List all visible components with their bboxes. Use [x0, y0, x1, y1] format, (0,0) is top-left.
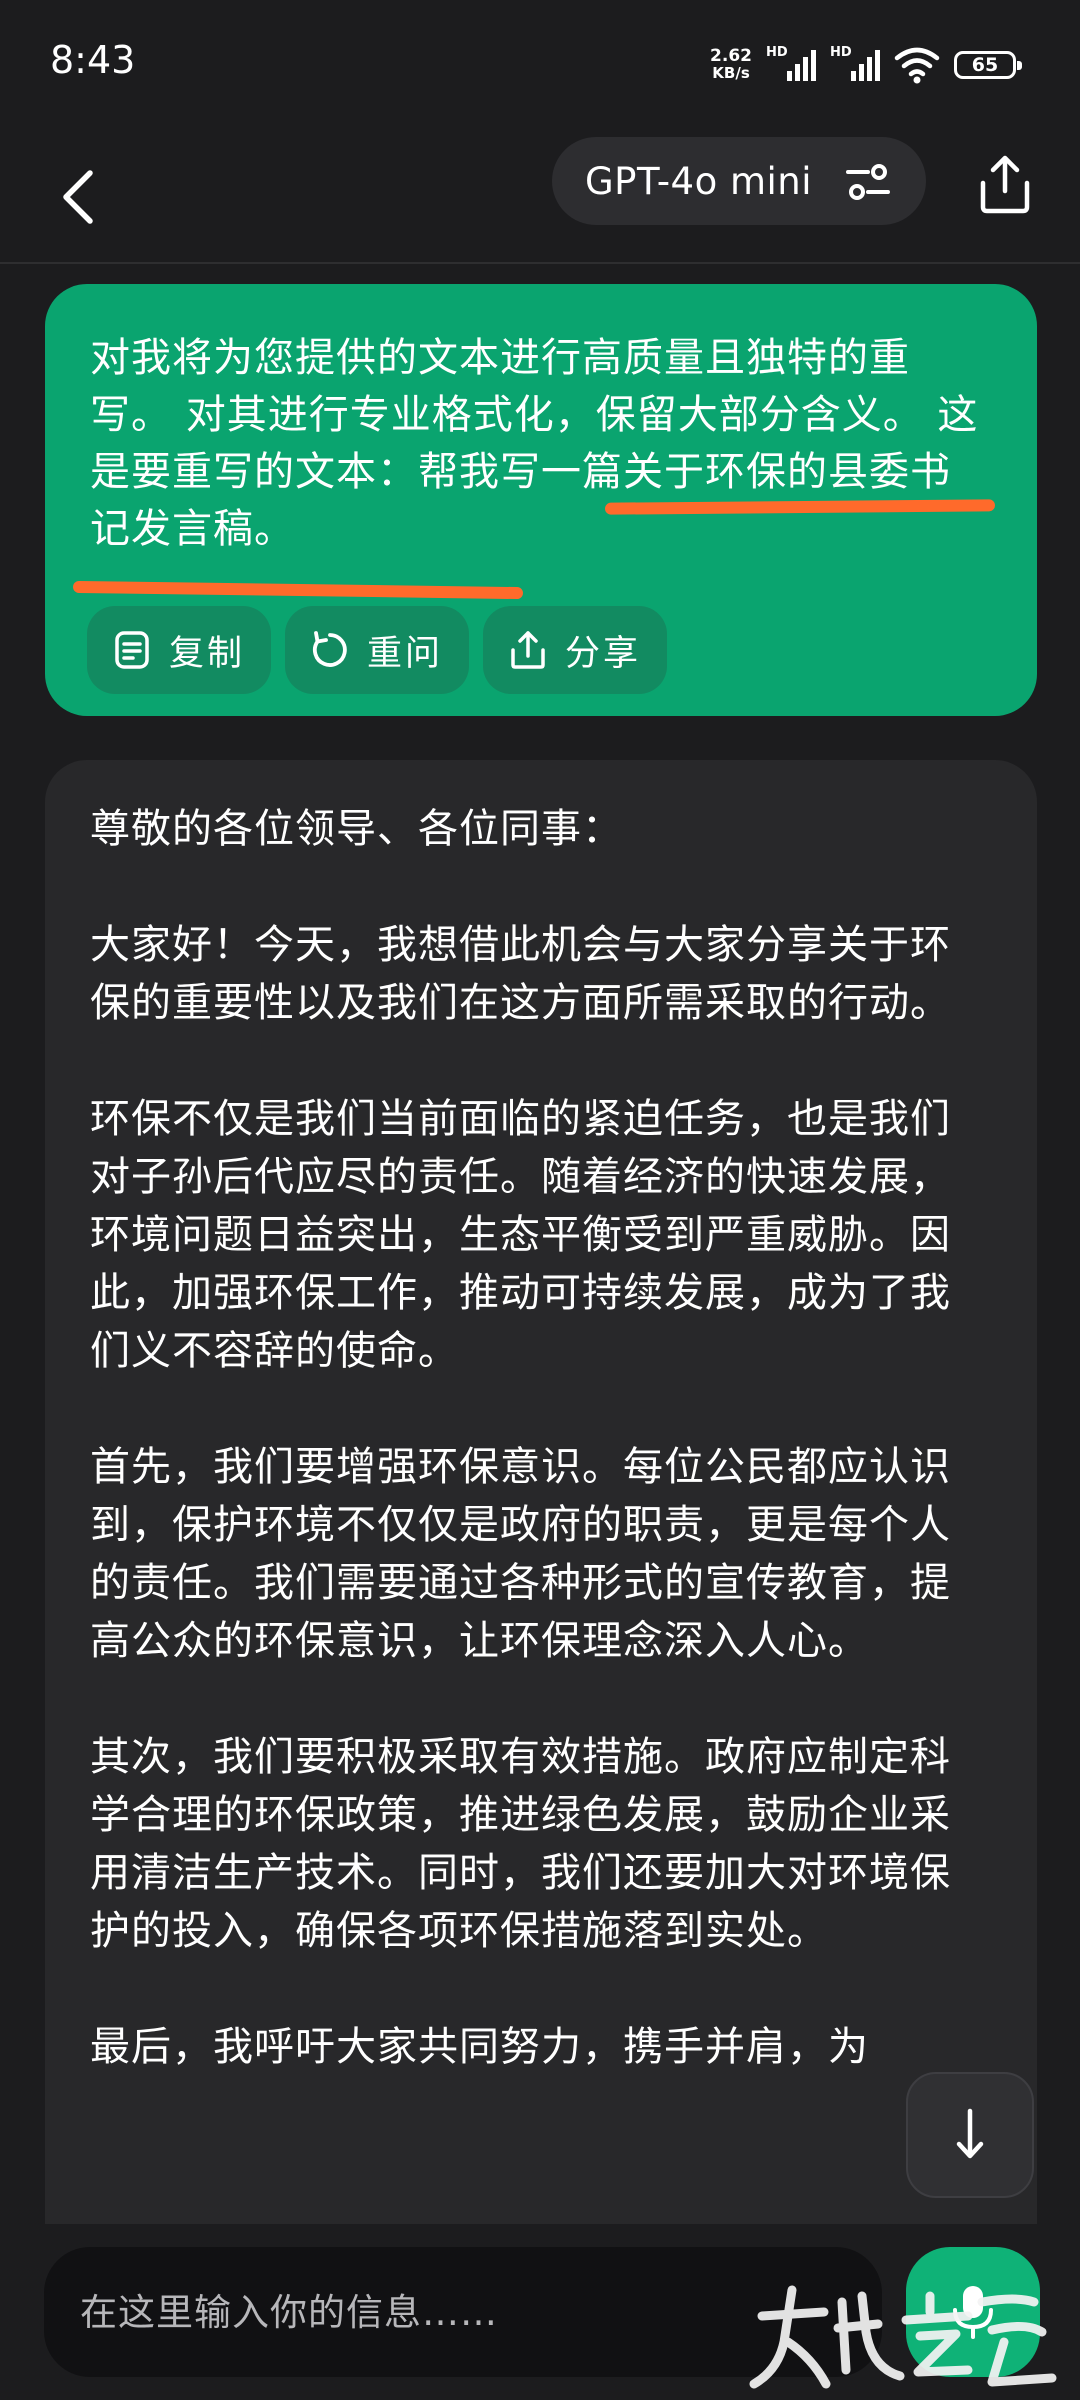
ai-message-bubble: 尊敬的各位领导、各位同事： 大家好！今天，我想借此机会与大家分享关于环保的重要性…: [45, 760, 1037, 2224]
re-ask-button[interactable]: 重问: [285, 606, 470, 694]
sim1-hd-label: HD: [766, 45, 788, 60]
ai-message-paragraph: 大家好！今天，我想借此机会与大家分享关于环保的重要性以及我们在这方面所需采取的行…: [90, 922, 951, 1026]
message-actions: 复制 重问 分享: [87, 606, 668, 694]
user-message-bubble: 对我将为您提供的文本进行高质量且独特的重写。 对其进行专业格式化，保留大部分含义…: [45, 284, 1037, 716]
model-selector-button[interactable]: GPT-4o mini: [552, 137, 926, 225]
network-speed-unit: KB/s: [712, 64, 750, 82]
ai-message-paragraph: 其次，我们要积极采取有效措施。政府应制定科学合理的环保政策，推进绿色发展，鼓励企…: [90, 1734, 951, 1954]
share-button[interactable]: [970, 144, 1040, 224]
status-bar: 8:43 2.62 KB/s HD HD 65: [0, 0, 1080, 130]
model-name: GPT-4o mini: [585, 159, 813, 203]
ai-message-paragraph: 最后，我呼吁大家共同努力，携手并肩，为: [90, 2024, 869, 2070]
share-label: 分享: [565, 633, 642, 674]
ai-message-paragraph: 尊敬的各位领导、各位同事：: [90, 806, 623, 852]
copy-button[interactable]: 复制: [87, 606, 272, 694]
re-ask-label: 重问: [367, 633, 444, 674]
status-icons: 2.62 KB/s HD HD 65: [710, 40, 1022, 90]
share-message-button[interactable]: 分享: [483, 606, 668, 694]
signal-icon: HD: [766, 45, 816, 85]
tune-icon: [846, 164, 890, 200]
copy-icon: [115, 631, 149, 669]
ai-message-paragraph: 首先，我们要增强环保意识。每位公民都应认识到，保护环境不仅仅是政府的职责，更是每…: [90, 1444, 951, 1664]
message-input[interactable]: [44, 2247, 882, 2377]
app-header: GPT-4o mini: [0, 130, 1080, 264]
back-arrow-icon: [63, 170, 93, 224]
share-icon: [511, 631, 545, 669]
status-time: 8:43: [50, 38, 136, 82]
highlight-underline: [72, 580, 524, 600]
battery-icon: 65: [954, 51, 1022, 79]
voice-input-button[interactable]: [906, 2247, 1040, 2377]
battery-level: 65: [971, 54, 999, 76]
scroll-to-bottom-button[interactable]: [906, 2072, 1034, 2198]
microphone-icon: [953, 2286, 993, 2339]
share-icon: [980, 155, 1030, 214]
user-message-text: 对我将为您提供的文本进行高质量且独特的重写。 对其进行专业格式化，保留大部分含义…: [90, 335, 979, 552]
chat-area[interactable]: 对我将为您提供的文本进行高质量且独特的重写。 对其进行专业格式化，保留大部分含义…: [0, 264, 1080, 2224]
refresh-icon: [312, 631, 347, 667]
arrow-down-icon: [956, 2108, 984, 2159]
signal-icon: HD: [830, 45, 880, 85]
network-speed-value: 2.62: [710, 46, 752, 66]
network-speed: 2.62 KB/s: [710, 48, 752, 82]
copy-label: 复制: [169, 633, 246, 674]
sim2-hd-label: HD: [830, 45, 852, 60]
back-button[interactable]: [48, 152, 108, 242]
input-bar: [0, 2224, 1080, 2400]
wifi-icon: [894, 47, 940, 84]
ai-message-paragraph: 环保不仅是我们当前面临的紧迫任务，也是我们对子孙后代应尽的责任。随着经济的快速发…: [90, 1096, 951, 1374]
